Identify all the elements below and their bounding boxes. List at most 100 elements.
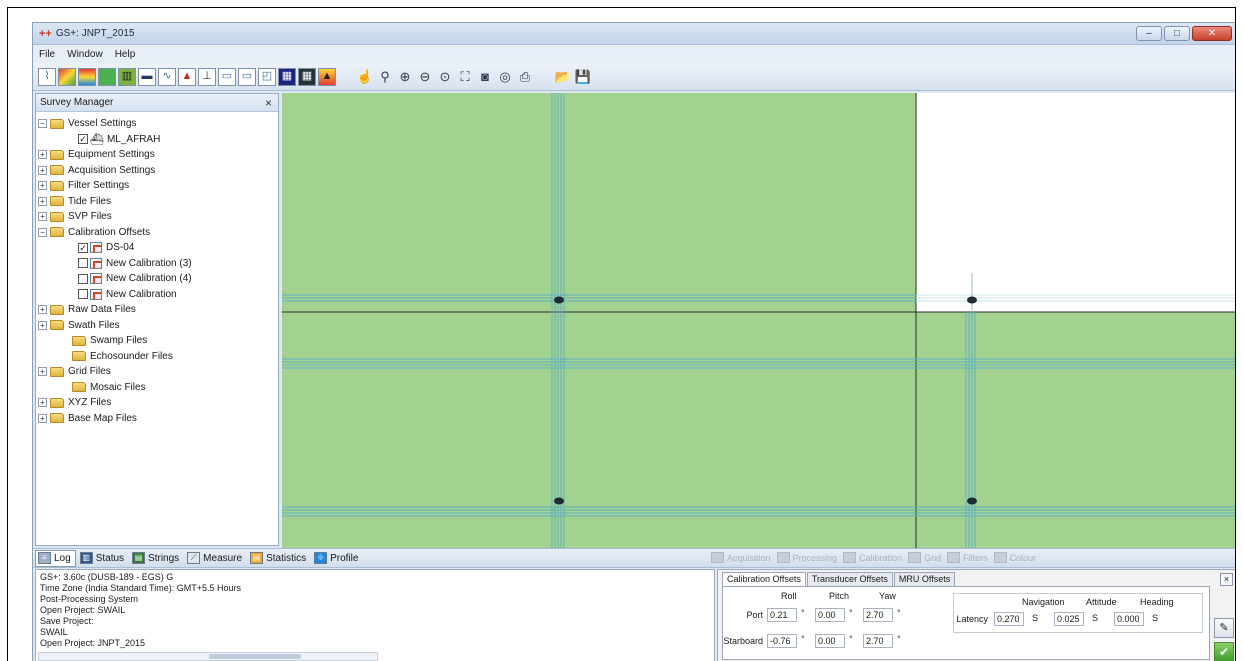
expand-icon[interactable]: + — [38, 165, 47, 175]
expand-icon[interactable]: + — [38, 196, 47, 206]
tree-item[interactable]: Swamp Files — [38, 333, 276, 349]
grid-icon[interactable]: ▦ — [298, 67, 316, 86]
pan-hand-icon[interactable]: ☝ — [356, 68, 374, 86]
expand-icon[interactable]: + — [38, 367, 47, 377]
process-tab-colour[interactable]: Colour — [993, 552, 1036, 563]
zoom-extent-icon[interactable]: ⛶ — [456, 68, 474, 86]
print-icon[interactable]: ⎙ — [516, 68, 534, 86]
starboard-pitch-field[interactable]: 0.00 — [815, 634, 845, 648]
process-tab-calibration[interactable]: Calibration — [843, 552, 902, 563]
maximize-button[interactable]: □ — [1164, 26, 1190, 41]
port-pitch-field[interactable]: 0.00 — [815, 608, 845, 622]
expand-icon[interactable]: + — [38, 398, 47, 408]
zoom-icon[interactable]: ⚲ — [376, 68, 394, 86]
boat-icon[interactable]: ▬ — [138, 67, 156, 86]
tree-item[interactable]: + Equipment Settings — [38, 147, 276, 163]
collapse-icon[interactable]: − — [38, 227, 47, 237]
panel-close-icon[interactable]: × — [1220, 573, 1233, 586]
tree-item[interactable]: + XYZ Files — [38, 395, 276, 411]
tab-log[interactable]: ≡ Log — [35, 549, 76, 567]
tree-checkbox[interactable]: ✓ — [78, 134, 88, 145]
calibration-tab-calibration-offsets[interactable]: Calibration Offsets — [722, 572, 806, 586]
terrain-icon[interactable]: ▲ — [318, 67, 336, 86]
bars-icon[interactable]: ▥ — [118, 67, 136, 86]
survey-line-icon[interactable]: ⊥ — [198, 67, 216, 86]
menu-window[interactable]: Window — [67, 49, 103, 60]
save-icon[interactable]: 💾 — [574, 68, 592, 86]
map-view[interactable] — [282, 93, 1236, 548]
process-tab-acquisition[interactable]: Acquisition — [711, 552, 771, 563]
tree-item[interactable]: Echosounder Files — [38, 349, 276, 365]
chart-window-icon[interactable]: ◰ — [258, 67, 276, 86]
mosaic-icon[interactable]: ▦ — [278, 67, 296, 86]
tree-item[interactable]: ✓ DS-04 — [38, 240, 276, 256]
expand-icon[interactable]: + — [38, 305, 47, 315]
minimize-button[interactable]: – — [1136, 26, 1162, 41]
calibration-tab-transducer-offsets[interactable]: Transducer Offsets — [806, 572, 893, 586]
tree-item[interactable]: New Calibration (4) — [38, 271, 276, 287]
tree-item[interactable]: + SVP Files — [38, 209, 276, 225]
tab-profile[interactable]: ⟐ Profile — [312, 550, 362, 567]
menu-help[interactable]: Help — [115, 49, 136, 60]
port-roll-field[interactable]: 0.21 — [767, 608, 797, 622]
profile-icon[interactable]: ∿ — [158, 67, 176, 86]
tree-item[interactable]: New Calibration — [38, 287, 276, 303]
depth-icon[interactable]: ▲ — [178, 67, 196, 86]
line-chart-icon[interactable]: ⌇ — [38, 67, 56, 86]
tree-item[interactable]: ✓ ⛴ ML_AFRAH — [38, 132, 276, 148]
tree-checkbox[interactable] — [78, 258, 88, 269]
process-tab-processing[interactable]: Processing — [776, 552, 837, 563]
tree-checkbox[interactable] — [78, 273, 88, 284]
starboard-yaw-field[interactable]: 2.70 — [863, 634, 893, 648]
collapse-icon[interactable]: − — [38, 119, 47, 129]
expand-icon[interactable]: + — [38, 320, 47, 330]
tree-item[interactable]: + Filter Settings — [38, 178, 276, 194]
tree-item[interactable]: − Vessel Settings — [38, 116, 276, 132]
camera-icon[interactable]: ◙ — [476, 68, 494, 86]
tree-checkbox[interactable] — [78, 289, 88, 300]
navigation-latency-field[interactable]: 0.270 — [994, 612, 1024, 626]
tree-item[interactable]: + Tide Files — [38, 194, 276, 210]
apply-checkmark-button[interactable]: ✔ — [1214, 642, 1234, 661]
process-tab-grid[interactable]: Grid — [908, 552, 941, 563]
expand-icon[interactable]: + — [38, 181, 47, 191]
log-horizontal-scrollbar[interactable] — [38, 652, 378, 661]
tab-strings[interactable]: ▤ Strings — [130, 550, 183, 567]
zoom-box-icon[interactable]: ⊙ — [436, 68, 454, 86]
green-grid-icon[interactable] — [98, 67, 116, 86]
target-icon[interactable]: ◎ — [496, 68, 514, 86]
starboard-roll-field[interactable]: -0.76 — [767, 634, 797, 648]
menu-file[interactable]: File — [39, 49, 55, 60]
layers-icon[interactable] — [78, 67, 96, 86]
window-icon[interactable]: ▭ — [218, 67, 236, 86]
color-map-icon[interactable] — [58, 67, 76, 86]
tree-item[interactable]: + Grid Files — [38, 364, 276, 380]
process-tab-filters[interactable]: Filters — [947, 552, 988, 563]
attitude-latency-field[interactable]: 0.025 — [1054, 612, 1084, 626]
tab-status[interactable]: ▥ Status — [78, 550, 128, 567]
expand-icon[interactable]: + — [38, 212, 47, 222]
tree-item[interactable]: + Acquisition Settings — [38, 163, 276, 179]
edit-calibration-button[interactable]: ✎ — [1214, 618, 1234, 638]
zoom-in-icon[interactable]: ⊕ — [396, 68, 414, 86]
tree-item[interactable]: − Calibration Offsets — [38, 225, 276, 241]
scrollbar-thumb[interactable] — [209, 654, 301, 659]
map-canvas[interactable] — [282, 93, 1236, 548]
heading-latency-field[interactable]: 0.000 — [1114, 612, 1144, 626]
tree-checkbox[interactable]: ✓ — [78, 242, 88, 253]
tree-item[interactable]: New Calibration (3) — [38, 256, 276, 272]
window-alt-icon[interactable]: ▭ — [238, 67, 256, 86]
survey-manager-close-icon[interactable]: × — [265, 96, 272, 110]
expand-icon[interactable]: + — [38, 150, 47, 160]
tab-statistics[interactable]: ▤ Statistics — [248, 550, 310, 567]
tree-item[interactable]: Mosaic Files — [38, 380, 276, 396]
open-folder-icon[interactable]: 📂 — [554, 68, 572, 86]
expand-icon[interactable]: + — [38, 413, 47, 423]
tree-item[interactable]: + Base Map Files — [38, 411, 276, 427]
tree-item[interactable]: + Raw Data Files — [38, 302, 276, 318]
port-yaw-field[interactable]: 2.70 — [863, 608, 893, 622]
calibration-tab-mru-offsets[interactable]: MRU Offsets — [893, 572, 956, 586]
tab-measure[interactable]: ⟋ Measure — [185, 550, 246, 567]
close-button[interactable]: ✕ — [1192, 26, 1232, 41]
tree-item[interactable]: + Swath Files — [38, 318, 276, 334]
